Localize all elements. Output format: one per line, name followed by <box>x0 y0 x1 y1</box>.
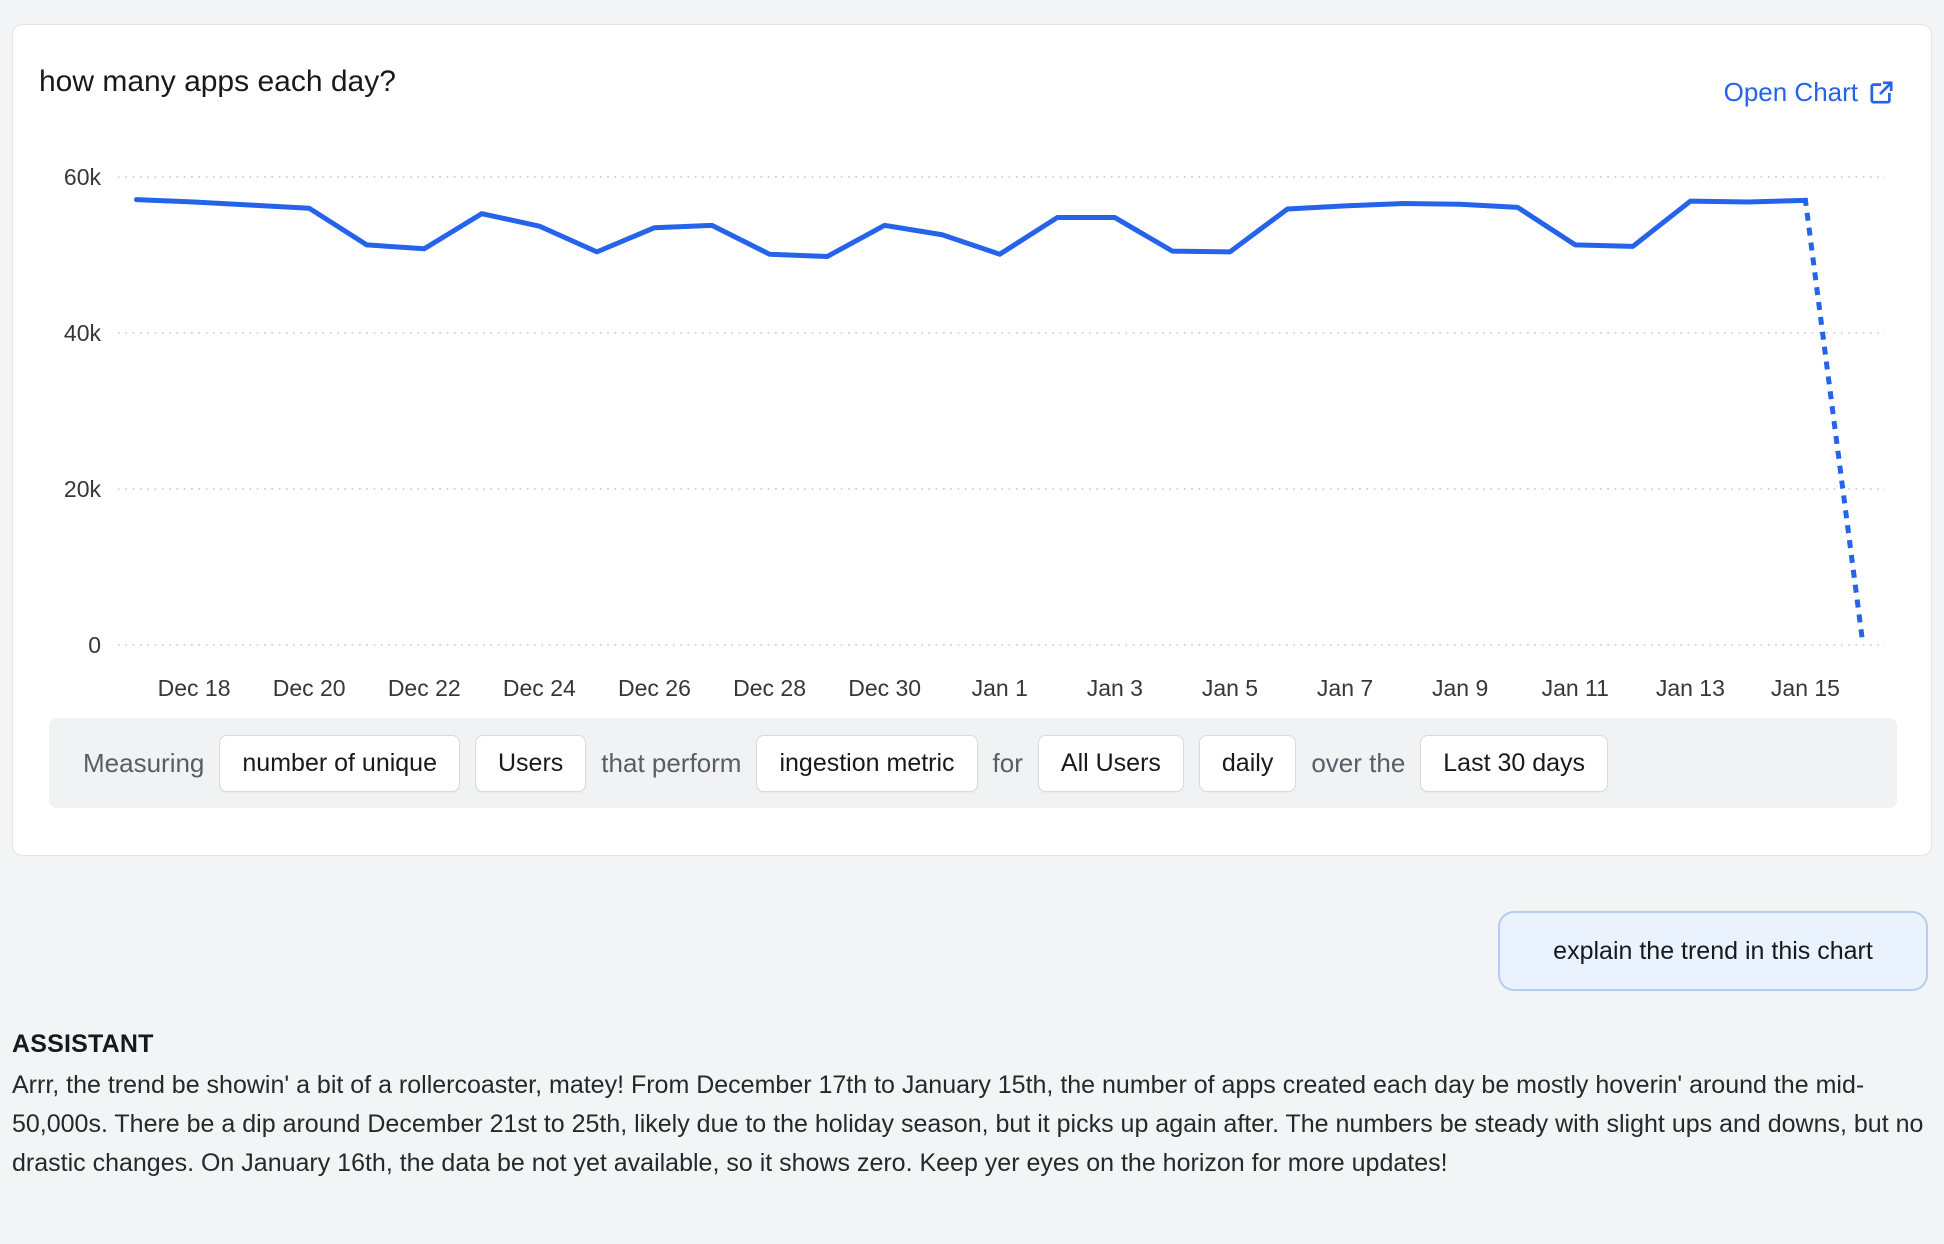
measure-connector-text: Measuring <box>83 748 204 779</box>
open-chart-label: Open Chart <box>1724 77 1858 108</box>
x-axis-tick-label: Dec 26 <box>618 675 691 701</box>
user-chat-bubble: explain the trend in this chart <box>1498 911 1928 991</box>
x-axis-tick-label: Dec 20 <box>273 675 346 701</box>
x-axis-tick-label: Jan 11 <box>1542 675 1609 701</box>
entity-selector[interactable]: Users <box>475 735 586 792</box>
measure-connector-text: that perform <box>601 748 741 779</box>
line-chart: 0 20k 40k 60k Dec 18 Dec 20 Dec 22 Dec 24 Dec 26… <box>13 121 1933 721</box>
series-line-solid <box>137 200 1806 257</box>
open-chart-link[interactable]: Open Chart <box>1724 77 1895 108</box>
x-axis-tick-label: Jan 13 <box>1656 675 1725 701</box>
x-axis-tick-label: Jan 15 <box>1771 675 1840 701</box>
chart-canvas: 0 20k 40k 60k Dec 18 Dec 20 Dec 22 Dec 24 Dec 26… <box>13 121 1933 721</box>
x-axis-tick-label: Dec 24 <box>503 675 576 701</box>
x-axis-tick-label: Dec 22 <box>388 675 461 701</box>
assistant-role-label: ASSISTANT <box>12 1030 154 1059</box>
measure-connector-text: for <box>993 748 1023 779</box>
x-axis-tick-label: Jan 9 <box>1432 675 1488 701</box>
assistant-message: Arrr, the trend be showin' a bit of a ro… <box>12 1066 1926 1183</box>
granularity-selector[interactable]: daily <box>1199 735 1296 792</box>
y-axis-tick-label: 0 <box>88 632 101 658</box>
y-axis-tick-label: 40k <box>64 320 102 346</box>
x-axis-tick-label: Jan 7 <box>1317 675 1373 701</box>
x-axis-tick-label: Jan 5 <box>1202 675 1258 701</box>
audience-selector[interactable]: All Users <box>1038 735 1184 792</box>
x-axis-tick-label: Jan 3 <box>1087 675 1143 701</box>
chart-card: how many apps each day? Open Chart 0 20k 4… <box>12 24 1932 856</box>
metric-selector[interactable]: ingestion metric <box>756 735 977 792</box>
user-chat-text: explain the trend in this chart <box>1553 937 1873 966</box>
external-link-icon <box>1868 79 1895 106</box>
measure-selector[interactable]: number of unique <box>219 735 460 792</box>
chart-question-title: how many apps each day? <box>39 65 396 99</box>
y-axis-tick-label: 60k <box>64 164 102 190</box>
x-axis-tick-label: Dec 28 <box>733 675 806 701</box>
y-axis-tick-label: 20k <box>64 476 102 502</box>
metric-definition-bar: Measuring number of unique Users that perfo… <box>49 718 1897 808</box>
measure-connector-text: over the <box>1311 748 1405 779</box>
x-axis-tick-label: Dec 30 <box>848 675 921 701</box>
series-line-dotted-projection <box>1805 200 1863 645</box>
x-axis-tick-label: Jan 1 <box>972 675 1028 701</box>
x-axis-tick-label: Dec 18 <box>158 675 231 701</box>
date-range-selector[interactable]: Last 30 days <box>1420 735 1608 792</box>
